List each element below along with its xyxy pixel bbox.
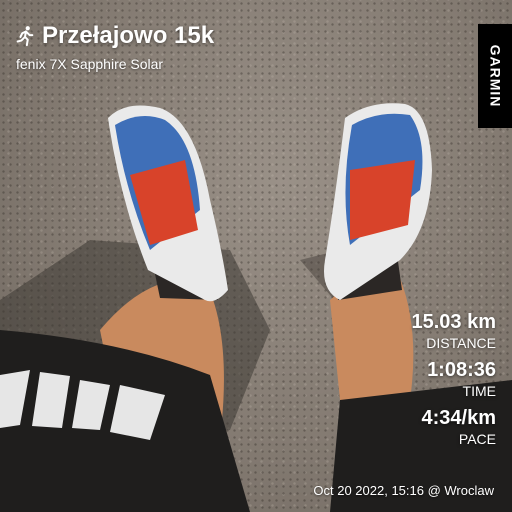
stat-distance-label: DISTANCE [426, 335, 496, 351]
activity-title-text: Przełajowo 15k [42, 22, 215, 49]
stat-distance-value: 15.03 km [411, 311, 496, 333]
device-name: fenix 7X Sapphire Solar [16, 56, 164, 72]
stat-distance: 15.03 km DISTANCE [411, 310, 496, 352]
garmin-logo: GARMIN [478, 24, 512, 128]
activity-photo-card: Przełajowo 15k fenix 7X Sapphire Solar G… [0, 0, 512, 512]
garmin-logo-text: GARMIN [487, 44, 503, 108]
stat-time-value: 1:08:36 [427, 359, 496, 381]
activity-date-location: Oct 20 2022, 15:16 @ Wroclaw [313, 483, 494, 498]
stat-time: 1:08:36 TIME [411, 358, 496, 400]
running-person-icon [16, 26, 34, 47]
stat-pace: 4:34/km PACE [411, 406, 497, 448]
stat-time-label: TIME [462, 383, 496, 399]
activity-stats: 15.03 km DISTANCE 1:08:36 TIME 4:34/km P… [411, 310, 496, 454]
stat-pace-value: 4:34/km [421, 407, 497, 429]
activity-title: Przełajowo 15k [14, 22, 214, 50]
stat-pace-label: PACE [458, 431, 496, 447]
